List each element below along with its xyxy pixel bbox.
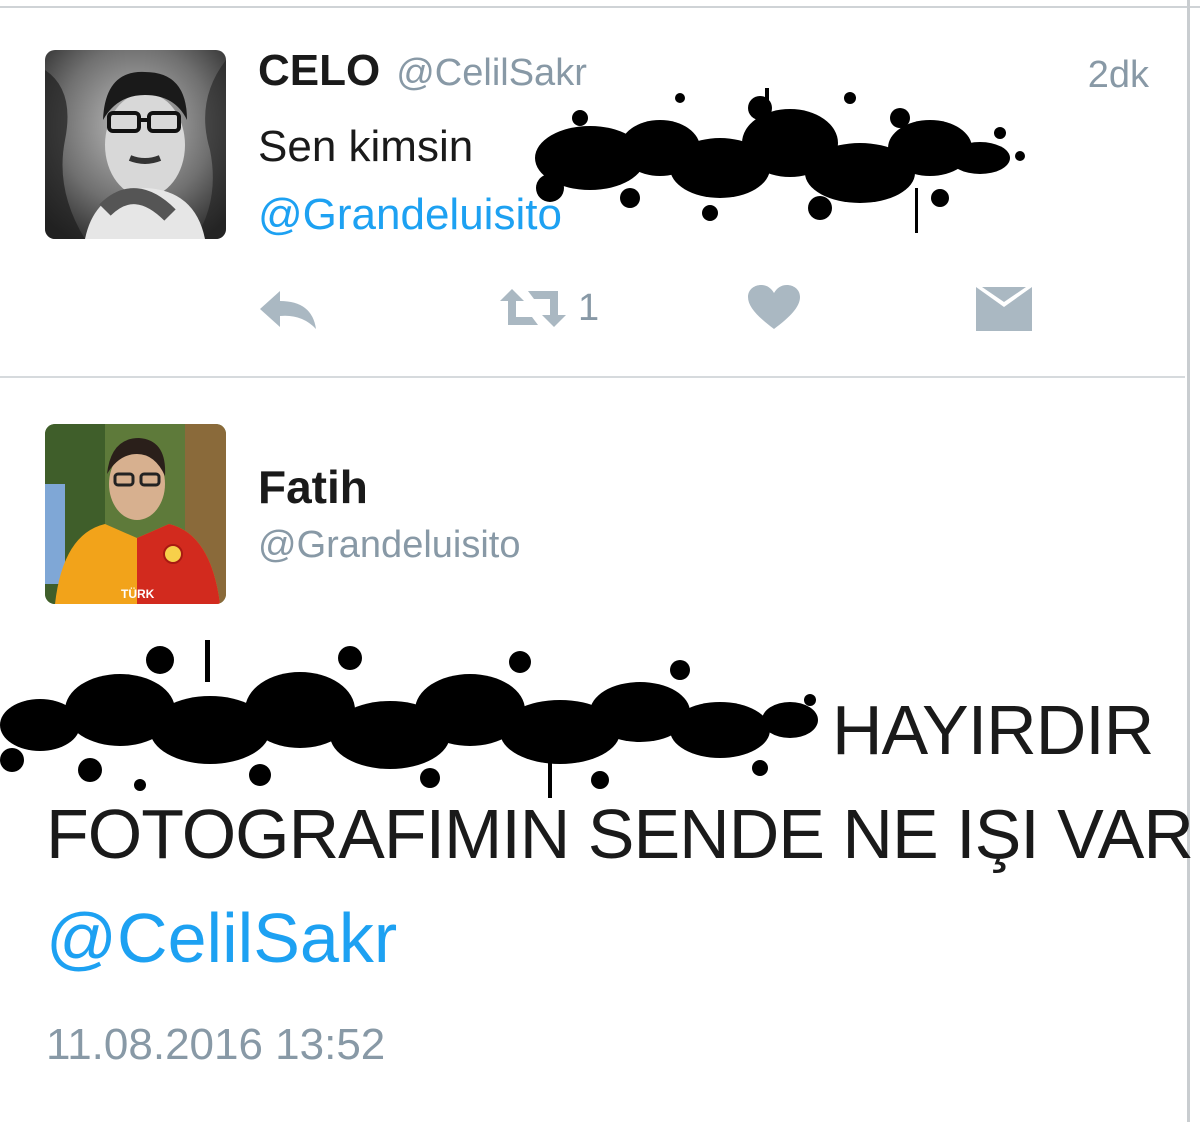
relative-time[interactable]: 2dk bbox=[1088, 54, 1149, 97]
like-button[interactable] bbox=[748, 285, 800, 331]
avatar-fatih[interactable]: TÜRK bbox=[45, 424, 226, 604]
svg-text:TÜRK: TÜRK bbox=[121, 586, 155, 601]
mention-link[interactable]: @CelilSakr bbox=[46, 886, 1193, 990]
tweet-text: Sen kimsin bbox=[258, 122, 474, 171]
envelope-icon bbox=[976, 287, 1032, 331]
reply-button[interactable] bbox=[258, 289, 318, 331]
reply-header: CELO @CelilSakr bbox=[258, 46, 587, 96]
mention-link[interactable]: @Grandeluisito bbox=[258, 190, 562, 240]
direct-message-button[interactable] bbox=[976, 287, 1032, 331]
tweet-text: HAYIRDIR FOTOGRAFIMIN SENDE NE IŞI VAR @… bbox=[46, 678, 1194, 990]
display-name[interactable]: CELO bbox=[258, 46, 380, 95]
retweet-count: 1 bbox=[578, 286, 600, 329]
tweet-text-line-2: FOTOGRAFIMIN SENDE NE IŞI VAR bbox=[46, 795, 1194, 873]
user-handle[interactable]: @CelilSakr bbox=[396, 52, 587, 94]
reply-tweet[interactable]: CELO @CelilSakr 2dk Sen kimsin @Grandelui… bbox=[0, 8, 1185, 378]
user-handle[interactable]: @Grandeluisito bbox=[258, 524, 520, 567]
heart-icon bbox=[748, 285, 800, 329]
tweet-timestamp[interactable]: 11.08.2016 13:52 bbox=[46, 1020, 385, 1070]
reply-icon bbox=[260, 291, 316, 329]
display-name[interactable]: Fatih bbox=[258, 460, 368, 514]
retweet-icon bbox=[500, 289, 566, 327]
main-tweet: TÜRK Fatih @Grandeluisito HAYIRDIR FOTOG… bbox=[0, 378, 1194, 1122]
avatar-celo[interactable] bbox=[45, 50, 226, 239]
redaction-splatter bbox=[535, 88, 1025, 233]
tweet-text-line-1: HAYIRDIR bbox=[832, 691, 1154, 769]
tweet-actions: 1 bbox=[0, 273, 1185, 343]
retweet-button[interactable]: 1 bbox=[498, 285, 599, 331]
